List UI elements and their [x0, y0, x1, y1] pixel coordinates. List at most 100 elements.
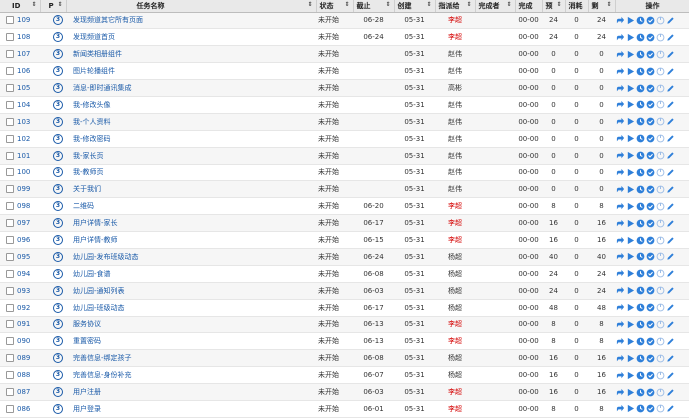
- edit-icon[interactable]: [666, 371, 675, 380]
- task-name-link[interactable]: 完善信息-绑定孩子: [66, 349, 316, 368]
- assign-icon[interactable]: [616, 117, 625, 126]
- finish-icon[interactable]: [646, 371, 655, 380]
- task-name-link[interactable]: 我-教师页: [66, 164, 316, 182]
- assign-icon[interactable]: [616, 67, 625, 76]
- start-icon[interactable]: [626, 269, 635, 278]
- task-name-link[interactable]: 我-修改密码: [66, 130, 316, 148]
- start-icon[interactable]: [626, 134, 635, 143]
- start-icon[interactable]: [626, 219, 635, 228]
- col-header-status[interactable]: 状态 ⇕: [316, 0, 354, 13]
- close-icon[interactable]: [656, 151, 665, 160]
- task-id-link[interactable]: 088: [17, 371, 30, 379]
- row-checkbox[interactable]: [6, 219, 14, 228]
- start-icon[interactable]: [626, 236, 635, 245]
- edit-icon[interactable]: [666, 50, 675, 59]
- assign-icon[interactable]: [616, 168, 625, 177]
- finish-icon[interactable]: [646, 84, 655, 93]
- assign-icon[interactable]: [616, 404, 625, 413]
- record-icon[interactable]: [636, 252, 645, 261]
- task-name-link[interactable]: 关于我们: [66, 180, 316, 199]
- close-icon[interactable]: [656, 100, 665, 109]
- edit-icon[interactable]: [666, 84, 675, 93]
- record-icon[interactable]: [636, 33, 645, 42]
- finish-icon[interactable]: [646, 202, 655, 211]
- start-icon[interactable]: [626, 100, 635, 109]
- row-checkbox[interactable]: [6, 151, 14, 160]
- assign-icon[interactable]: [616, 100, 625, 109]
- finish-icon[interactable]: [646, 320, 655, 329]
- start-icon[interactable]: [626, 371, 635, 380]
- col-header-assigned[interactable]: 指派给 ⇕: [435, 0, 476, 13]
- task-id-link[interactable]: 102: [17, 135, 30, 143]
- record-icon[interactable]: [636, 185, 645, 194]
- task-name-link[interactable]: 用户详情-教师: [66, 231, 316, 249]
- edit-icon[interactable]: [666, 320, 675, 329]
- record-icon[interactable]: [636, 219, 645, 228]
- record-icon[interactable]: [636, 371, 645, 380]
- record-icon[interactable]: [636, 134, 645, 143]
- start-icon[interactable]: [626, 354, 635, 363]
- finish-icon[interactable]: [646, 286, 655, 295]
- close-icon[interactable]: [656, 286, 665, 295]
- record-icon[interactable]: [636, 16, 645, 25]
- start-icon[interactable]: [626, 404, 635, 413]
- edit-icon[interactable]: [666, 33, 675, 42]
- start-icon[interactable]: [626, 388, 635, 397]
- row-checkbox[interactable]: [6, 303, 14, 312]
- row-checkbox[interactable]: [6, 371, 14, 380]
- task-id-link[interactable]: 094: [17, 270, 30, 278]
- finish-icon[interactable]: [646, 134, 655, 143]
- row-checkbox[interactable]: [6, 50, 14, 59]
- assign-icon[interactable]: [616, 269, 625, 278]
- record-icon[interactable]: [636, 303, 645, 312]
- row-checkbox[interactable]: [6, 84, 14, 92]
- col-header-created[interactable]: 创建 ⇕: [394, 0, 436, 13]
- assign-icon[interactable]: [616, 16, 625, 25]
- finish-icon[interactable]: [646, 219, 655, 228]
- row-checkbox[interactable]: [6, 134, 14, 143]
- task-id-link[interactable]: 093: [17, 287, 30, 295]
- start-icon[interactable]: [626, 185, 635, 194]
- task-id-link[interactable]: 103: [17, 118, 30, 126]
- start-icon[interactable]: [626, 202, 635, 211]
- finish-icon[interactable]: [646, 388, 655, 397]
- close-icon[interactable]: [656, 219, 665, 228]
- close-icon[interactable]: [656, 168, 665, 177]
- record-icon[interactable]: [636, 50, 645, 59]
- edit-icon[interactable]: [666, 252, 675, 261]
- start-icon[interactable]: [626, 168, 635, 177]
- row-checkbox[interactable]: [6, 320, 14, 329]
- row-checkbox[interactable]: [6, 117, 14, 126]
- record-icon[interactable]: [636, 286, 645, 295]
- assign-icon[interactable]: [616, 354, 625, 363]
- task-id-link[interactable]: 089: [17, 354, 30, 362]
- task-id-link[interactable]: 108: [17, 33, 30, 41]
- record-icon[interactable]: [636, 269, 645, 278]
- assign-icon[interactable]: [616, 134, 625, 143]
- edit-icon[interactable]: [666, 67, 675, 76]
- task-name-link[interactable]: 二维码: [66, 197, 316, 216]
- edit-icon[interactable]: [666, 303, 675, 312]
- record-icon[interactable]: [636, 100, 645, 109]
- task-id-link[interactable]: 098: [17, 202, 30, 210]
- finish-icon[interactable]: [646, 151, 655, 160]
- edit-icon[interactable]: [666, 117, 675, 126]
- task-id-link[interactable]: 099: [17, 185, 30, 193]
- record-icon[interactable]: [636, 67, 645, 76]
- record-icon[interactable]: [636, 236, 645, 245]
- edit-icon[interactable]: [666, 100, 675, 109]
- task-id-link[interactable]: 100: [17, 168, 30, 176]
- start-icon[interactable]: [626, 286, 635, 295]
- edit-icon[interactable]: [666, 269, 675, 278]
- close-icon[interactable]: [656, 236, 665, 245]
- row-checkbox[interactable]: [6, 252, 14, 261]
- edit-icon[interactable]: [666, 286, 675, 295]
- col-header-left[interactable]: 剩 ⇕: [588, 0, 616, 13]
- task-name-link[interactable]: 用户登录: [66, 400, 316, 418]
- finish-icon[interactable]: [646, 269, 655, 278]
- edit-icon[interactable]: [666, 337, 675, 346]
- task-name-link[interactable]: 我-修改头像: [66, 96, 316, 114]
- task-id-link[interactable]: 092: [17, 304, 30, 312]
- start-icon[interactable]: [626, 117, 635, 126]
- finish-icon[interactable]: [646, 303, 655, 312]
